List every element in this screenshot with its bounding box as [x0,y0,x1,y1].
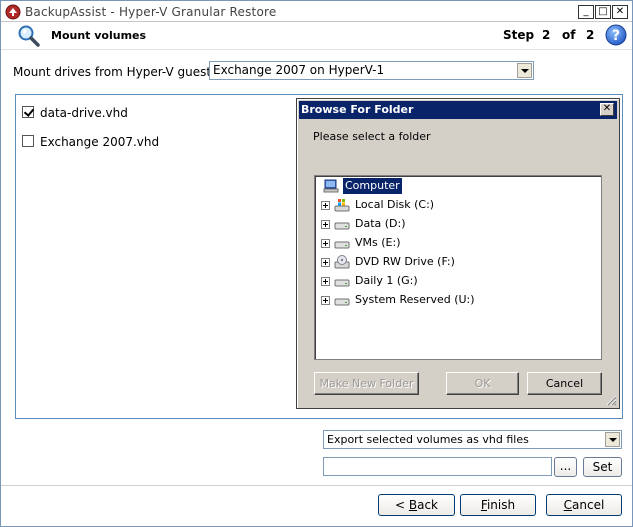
expand-icon[interactable] [321,201,330,210]
chevron-down-icon[interactable] [517,63,532,78]
volume-label: data-drive.vhd [40,106,128,120]
drive-icon [334,298,350,306]
export-mode-value: Export selected volumes as vhd files [327,433,529,446]
step-total: 2 [586,28,595,42]
dialog-cancel-button[interactable]: Cancel [527,372,602,395]
chevron-down-icon[interactable] [605,432,620,447]
back-rest: ack [417,498,438,512]
export-mode-select[interactable]: Export selected volumes as vhd files [323,430,622,449]
local-disk-icon [334,199,350,212]
help-glyph: ? [612,28,620,44]
magnifier-icon [18,25,40,47]
make-new-folder-button[interactable]: Make New Folder [314,372,419,395]
dialog-title-bar[interactable]: Browse For Folder ✕ [299,101,617,119]
volume-label: Exchange 2007.vhd [40,135,160,149]
main-window: BackupAssist - Hyper-V Granular Restore … [0,0,633,527]
guest-select[interactable]: Exchange 2007 on HyperV-1 [209,61,534,80]
expand-icon[interactable] [321,239,330,248]
maximize-button[interactable]: □ [595,5,611,19]
expand-icon[interactable] [321,220,330,229]
export-path-input[interactable] [323,457,552,476]
cancel-rest: ancel [572,498,605,512]
tree-label: System Reserved (U:) [355,293,475,306]
step-of: of [562,28,576,42]
tree-label: Data (D:) [355,217,406,230]
drive-icon [334,279,350,287]
tree-label: Local Disk (C:) [355,198,435,211]
expand-icon[interactable] [321,258,330,267]
volume-checkbox-exchange[interactable] [22,135,34,147]
browse-button[interactable]: ... [554,457,577,477]
drive-icon [334,241,350,249]
dialog-prompt: Please select a folder [313,130,431,143]
dialog-title: Browse For Folder [301,103,414,116]
cancel-accel: C [563,498,573,512]
cancel-button[interactable]: Cancel [546,494,622,516]
set-button[interactable]: Set [583,457,622,477]
title-bar[interactable]: BackupAssist - Hyper-V Granular Restore … [1,1,632,22]
resize-grip-icon[interactable] [605,394,617,406]
dvd-drive-icon [334,255,350,269]
step-word: Step [503,28,535,42]
drive-icon [334,222,350,230]
close-button[interactable]: ✕ [612,5,628,19]
tree-label: VMs (E:) [355,236,401,249]
tree-label: DVD RW Drive (F:) [355,255,455,268]
tree-label: Computer [343,178,402,194]
step-current: 2 [542,28,551,42]
folder-tree[interactable]: Computer Local Disk (C:) Data (D:) VMs (… [314,175,602,360]
ok-button[interactable]: OK [446,372,519,395]
minimize-button[interactable]: _ [578,5,594,19]
footer-divider [1,485,632,486]
computer-icon [323,179,339,193]
wizard-header: Mount volumes Step 2 of 2 ? [1,22,632,50]
finish-rest: inish [486,498,516,512]
expand-icon[interactable] [321,277,330,286]
backupassist-logo-icon [5,4,21,20]
back-accel: B [408,498,418,512]
volume-checkbox-data-drive[interactable] [22,106,34,118]
list-item[interactable]: Exchange 2007.vhd [22,135,159,149]
page-title: Mount volumes [51,29,147,42]
tree-label: Daily 1 (G:) [355,274,418,287]
finish-button[interactable]: Finish [460,494,536,516]
guest-select-value: Exchange 2007 on HyperV-1 [213,63,385,77]
browse-folder-dialog: Browse For Folder ✕ Please select a fold… [296,98,620,409]
back-button[interactable]: < Back [378,494,455,516]
expand-icon[interactable] [321,296,330,305]
back-prefix: < [394,498,409,512]
help-icon[interactable]: ? [605,24,627,46]
mount-guest-label: Mount drives from Hyper-V guest: [13,65,216,79]
window-title: BackupAssist - Hyper-V Granular Restore [25,5,277,19]
list-item[interactable]: data-drive.vhd [22,106,128,120]
dialog-close-button[interactable]: ✕ [600,103,614,116]
